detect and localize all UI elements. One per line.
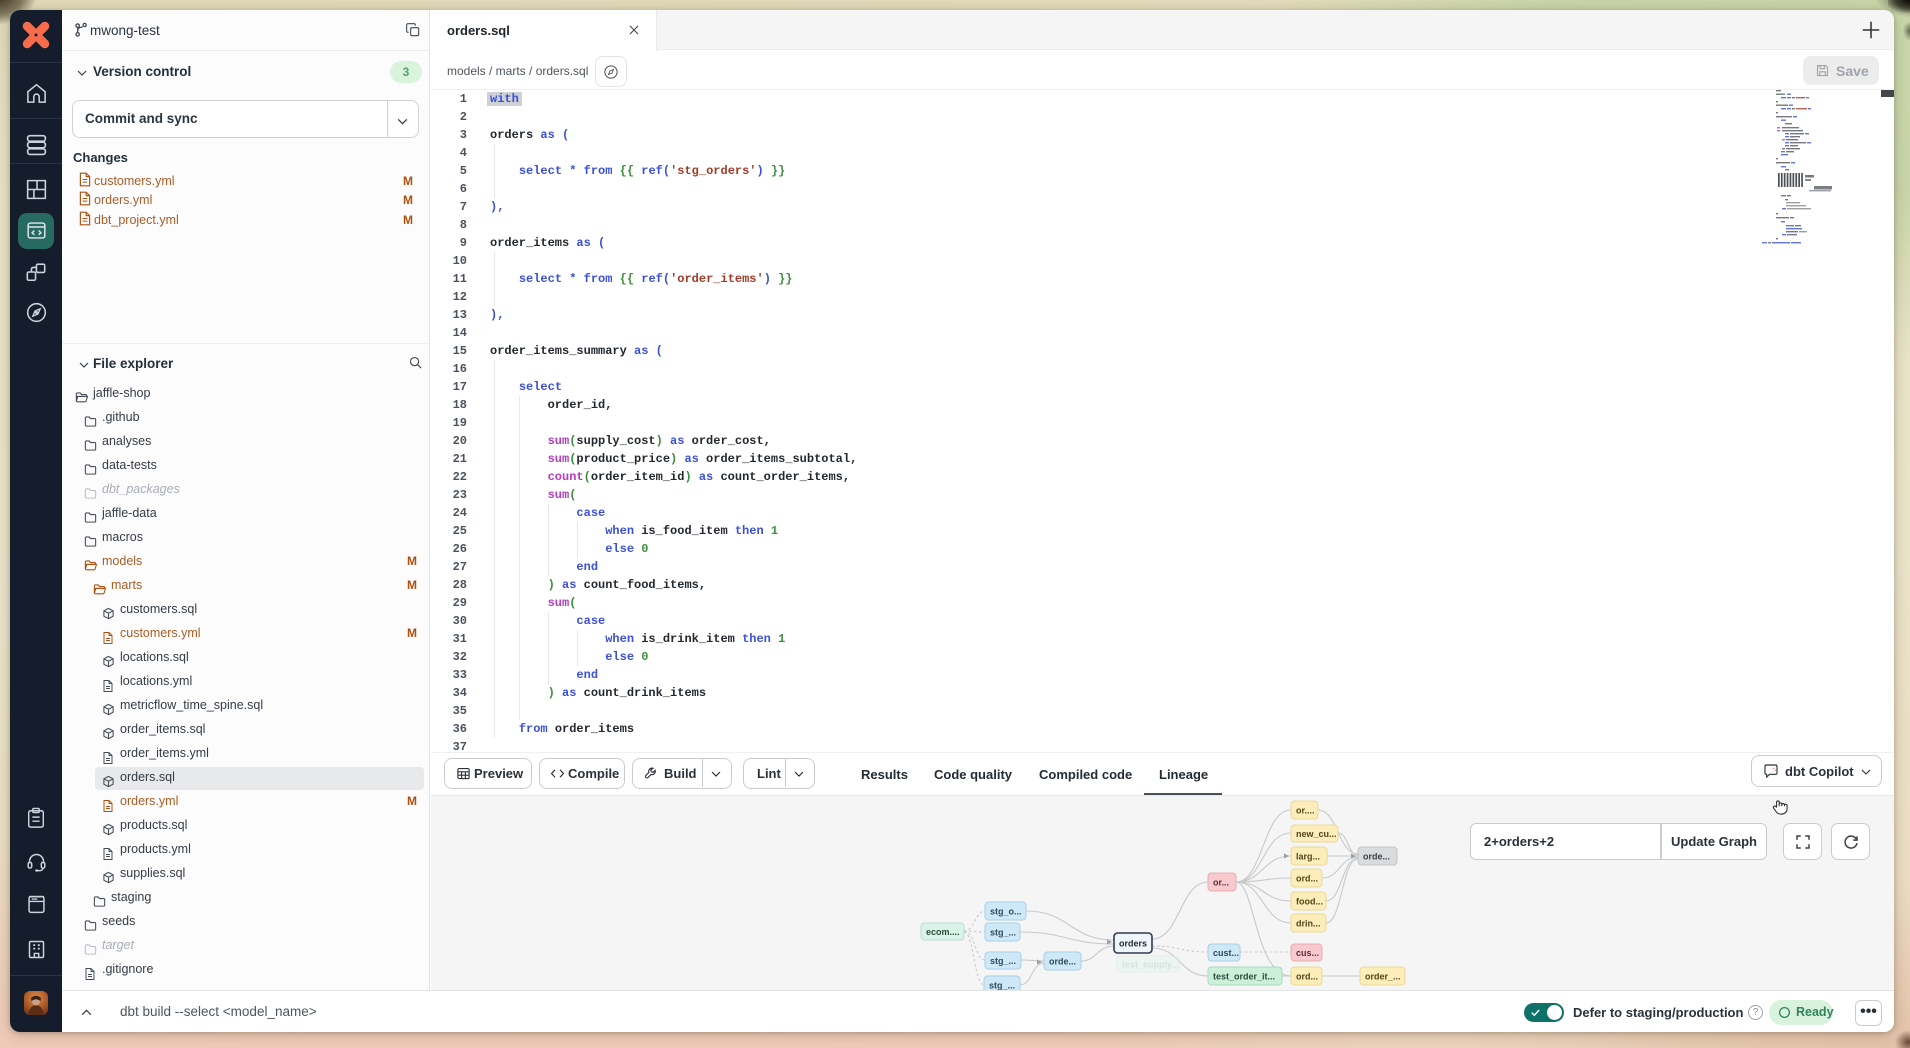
svg-text:larg...: larg... [1296, 852, 1320, 862]
svg-text:or....: or.... [1296, 806, 1315, 816]
svg-text:orde...: orde... [1363, 852, 1390, 862]
svg-text:ecom....: ecom.... [926, 927, 960, 937]
svg-text:test_supply...: test_supply... [1122, 960, 1179, 970]
svg-text:drin...: drin... [1296, 919, 1321, 929]
svg-text:ord...: ord... [1296, 972, 1318, 982]
svg-text:stg_o...: stg_o... [990, 907, 1022, 917]
svg-text:stg_...: stg_... [989, 981, 1015, 991]
svg-text:cus...: cus... [1296, 948, 1319, 958]
svg-text:cust...: cust... [1213, 948, 1239, 958]
svg-text:order_...: order_... [1365, 972, 1401, 982]
svg-text:or...: or... [1213, 878, 1229, 888]
svg-text:food...: food... [1296, 897, 1323, 907]
svg-text:ord...: ord... [1296, 874, 1318, 884]
svg-text:stg_...: stg_... [990, 956, 1016, 966]
svg-text:orde...: orde... [1049, 957, 1076, 967]
svg-text:orders: orders [1119, 939, 1147, 949]
svg-text:new_cu...: new_cu... [1296, 829, 1337, 839]
svg-text:test_order_it...: test_order_it... [1213, 972, 1275, 982]
svg-text:stg_...: stg_... [990, 928, 1016, 938]
